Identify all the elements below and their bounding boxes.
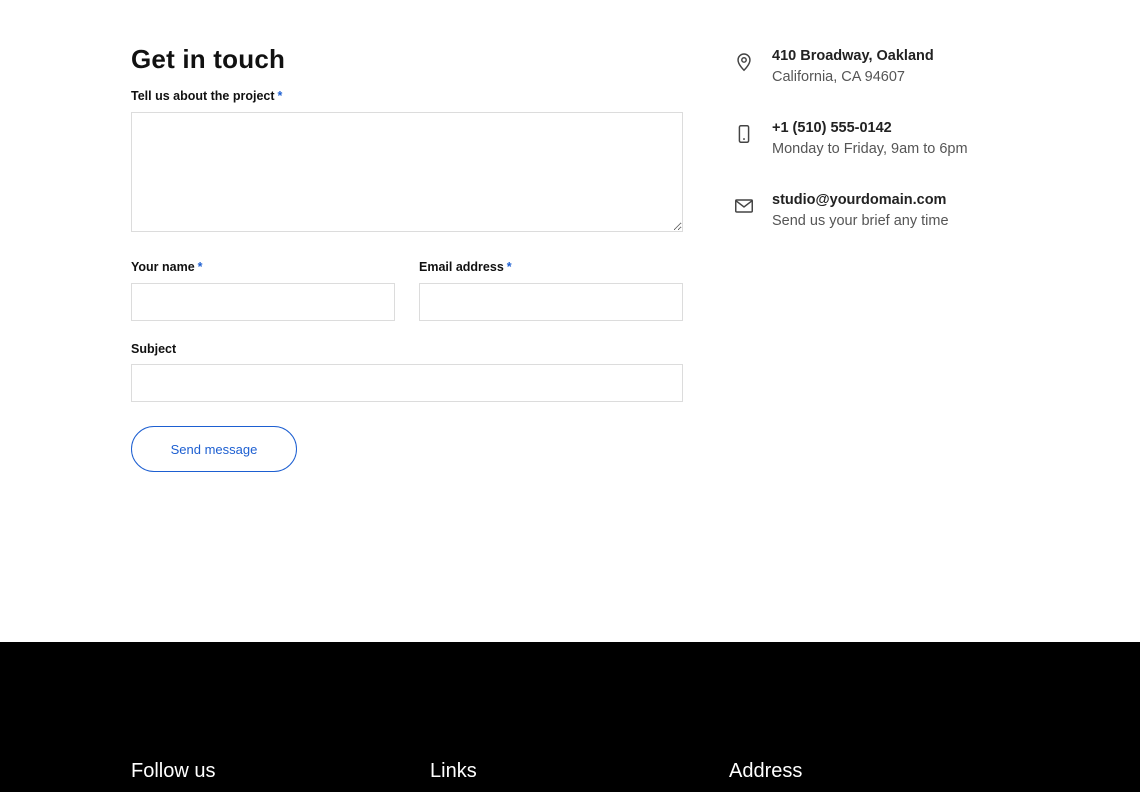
smartphone-icon	[733, 123, 755, 145]
address-line-2: California, CA 94607	[772, 69, 905, 85]
subject-input[interactable]	[131, 364, 683, 402]
email-input[interactable]	[419, 283, 683, 321]
email-note: Send us your brief any time	[772, 213, 949, 229]
address-line-1: 410 Broadway, Oakland	[772, 48, 934, 64]
project-textarea[interactable]	[131, 112, 683, 232]
footer-links-heading: Links	[430, 760, 477, 782]
email-label: Email address *	[419, 260, 512, 274]
email-link[interactable]: studio@yourdomain.com	[772, 192, 946, 208]
phone-hours: Monday to Friday, 9am to 6pm	[772, 141, 968, 157]
name-label: Your name *	[131, 260, 203, 274]
name-input[interactable]	[131, 283, 395, 321]
required-mark: *	[197, 260, 203, 274]
envelope-icon	[733, 195, 755, 217]
project-label: Tell us about the project *	[131, 89, 283, 103]
send-message-button[interactable]: Send message	[131, 426, 297, 472]
location-pin-icon	[733, 51, 755, 73]
page-title: Get in touch	[131, 44, 286, 74]
phone-number[interactable]: +1 (510) 555-0142	[772, 120, 892, 136]
required-mark: *	[277, 89, 283, 103]
footer-follow-heading: Follow us	[131, 760, 216, 782]
subject-label: Subject	[131, 342, 177, 356]
footer: Follow us Links Address	[0, 642, 1140, 792]
required-mark: *	[506, 260, 512, 274]
footer-address-heading: Address	[729, 760, 803, 782]
